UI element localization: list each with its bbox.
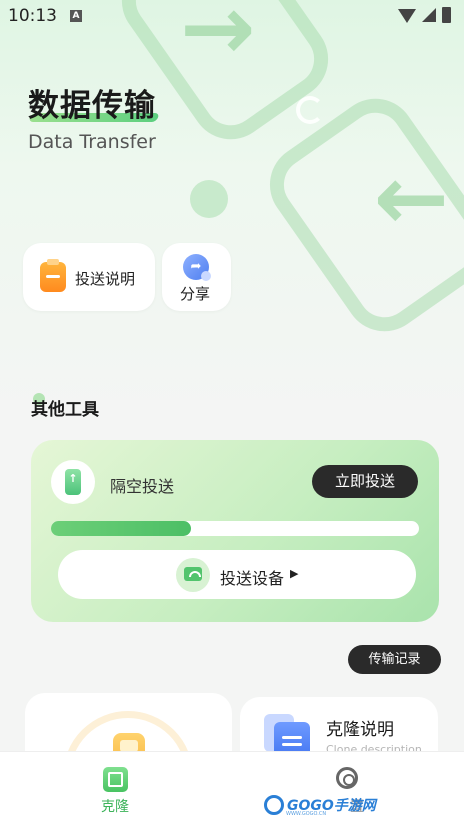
transfer-history-button[interactable]: 传输记录	[348, 645, 441, 674]
clone-description-title: 克隆说明	[326, 720, 394, 740]
decorative-circle	[190, 180, 228, 218]
watermark: GOGO手游网 WWW.GOGO.CN	[264, 794, 376, 817]
section-title-other-tools: 其他工具	[31, 400, 99, 420]
transfer-guide-label: 投送说明	[75, 270, 136, 288]
notification-icon: A	[70, 10, 82, 22]
watermark-logo-icon	[264, 795, 284, 815]
signal-icon	[422, 8, 436, 22]
share-icon: ➦	[183, 254, 211, 281]
airdrop-title: 隔空投送	[110, 477, 175, 496]
status-bar: 10:13 A	[0, 0, 464, 32]
transfer-guide-button[interactable]: 投送说明	[23, 243, 155, 311]
hero-background: ↘ ↖	[0, 0, 464, 420]
share-button[interactable]: ➦ 分享	[162, 243, 231, 311]
status-time: 10:13	[8, 6, 57, 26]
wifi-device-icon	[176, 558, 210, 592]
page-title: 数据传输	[28, 88, 156, 124]
refresh-icon	[296, 96, 324, 124]
battery-icon	[442, 7, 451, 23]
watermark-subtext: WWW.GOGO.CN	[286, 811, 327, 817]
gear-icon	[336, 767, 358, 789]
clone-tab-label: 克隆	[101, 799, 129, 815]
transfer-device-label: 投送设备	[220, 569, 285, 588]
airdrop-icon-wrap	[51, 460, 95, 504]
phone-upload-icon	[65, 469, 81, 495]
transfer-progress-bar	[51, 521, 419, 536]
send-now-button[interactable]: 立即投送	[312, 465, 418, 498]
clone-tab-icon	[103, 767, 128, 792]
airdrop-card: 隔空投送 立即投送 投送设备 ▶	[31, 440, 439, 622]
page-subtitle: Data Transfer	[28, 131, 156, 153]
bottom-nav: 克隆 置	[0, 751, 464, 824]
share-label: 分享	[180, 285, 211, 303]
transfer-device-button[interactable]: 投送设备 ▶	[58, 550, 416, 599]
clipboard-icon	[40, 259, 66, 292]
play-arrow-icon: ▶	[290, 567, 299, 580]
transfer-progress-fill	[51, 521, 191, 536]
wifi-icon	[398, 9, 416, 23]
